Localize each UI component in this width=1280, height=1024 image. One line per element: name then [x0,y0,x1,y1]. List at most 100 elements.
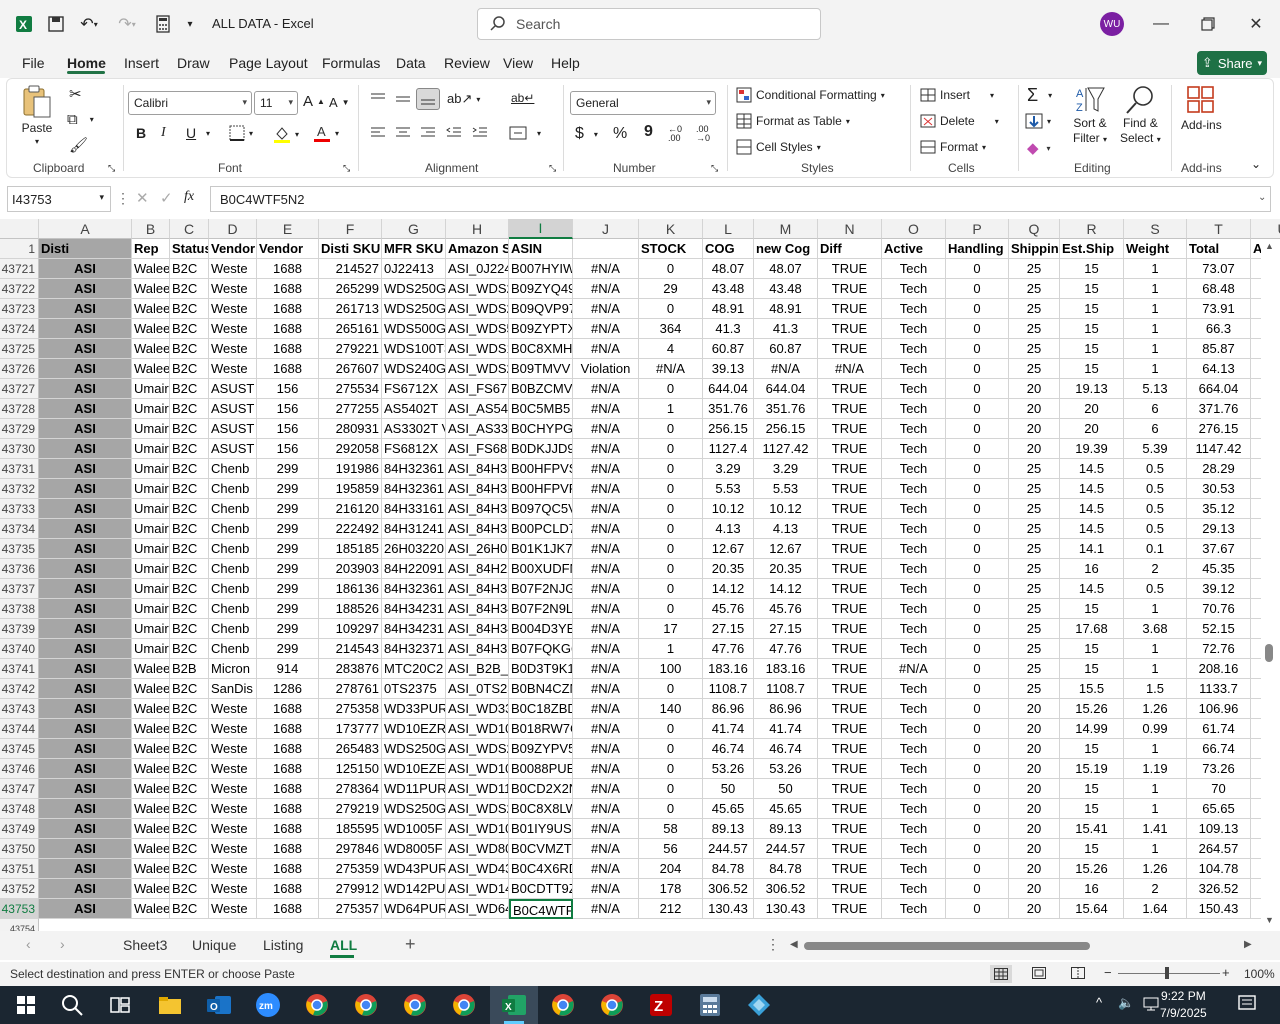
calculator-icon[interactable] [152,12,174,36]
table-cell[interactable]: 0.5 [1124,499,1187,519]
table-cell[interactable]: 15 [1060,779,1124,799]
table-cell[interactable]: Tech [882,799,946,819]
table-cell[interactable]: 84H34231 [382,619,446,639]
table-cell[interactable]: 0 [946,459,1009,479]
table-cell[interactable]: Tech [882,379,946,399]
table-cell[interactable]: 0 [639,759,703,779]
table-cell[interactable]: ASI_WD10 [446,759,509,779]
header-cell[interactable]: STOCK [639,239,703,259]
cell-styles-button[interactable]: Cell Styles ▾ [736,139,821,155]
add-sheet-icon[interactable]: + [405,934,416,955]
table-cell[interactable]: 14.5 [1060,579,1124,599]
table-cell[interactable]: 1688 [257,719,319,739]
table-cell[interactable]: ASUST [209,379,257,399]
table-cell[interactable]: AS5402T [382,399,446,419]
table-cell[interactable]: Umair kha [132,599,170,619]
table-cell[interactable]: WD11PUR [382,779,446,799]
table-cell[interactable]: ASI [39,459,132,479]
table-cell[interactable]: Tech [882,879,946,899]
increase-indent-icon[interactable] [471,125,489,141]
table-cell[interactable]: #N/A [754,359,818,379]
table-cell[interactable]: B2C [170,859,209,879]
table-cell[interactable]: 43.48 [703,279,754,299]
table-cell[interactable]: 14.5 [1060,459,1124,479]
table-cell[interactable]: B2C [170,279,209,299]
table-cell[interactable]: 25 [1009,579,1060,599]
table-cell[interactable]: #N/A [573,619,639,639]
table-cell[interactable]: Chenb [209,519,257,539]
table-cell[interactable]: 15 [1060,739,1124,759]
table-cell[interactable]: 20 [1009,759,1060,779]
table-cell[interactable]: Chenb [209,499,257,519]
table-cell[interactable]: 53.26 [703,759,754,779]
table-cell[interactable]: Weste [209,779,257,799]
table-cell[interactable]: 5.53 [703,479,754,499]
table-cell[interactable]: ASI [39,539,132,559]
table-cell[interactable]: B2C [170,639,209,659]
table-cell[interactable]: 30.53 [1187,479,1251,499]
add-ins-button[interactable]: Add-ins [1181,85,1222,132]
row-header[interactable]: 43727 [0,379,39,399]
table-cell[interactable]: 0 [639,559,703,579]
table-cell[interactable]: 104.78 [1187,859,1251,879]
row-header[interactable]: 43739 [0,619,39,639]
row-header[interactable]: 43750 [0,839,39,859]
table-cell[interactable]: B007HYIW [509,259,573,279]
table-cell[interactable]: Waleed U [132,319,170,339]
table-cell[interactable]: 70.76 [1187,599,1251,619]
column-header-j[interactable]: J [573,219,639,239]
sort-filter-button[interactable]: AZ Sort & Filter ▾ [1073,85,1107,145]
table-cell[interactable]: 15.5 [1060,679,1124,699]
table-cell[interactable]: 0 [639,739,703,759]
table-cell[interactable]: #N/A [573,319,639,339]
table-cell[interactable]: B01IY9USY [509,819,573,839]
table-cell[interactable]: 1 [1124,259,1187,279]
table-cell[interactable]: 48.91 [754,299,818,319]
table-cell[interactable]: 41.3 [754,319,818,339]
table-cell[interactable]: FS6712X [382,379,446,399]
table-cell[interactable]: Micron [209,659,257,679]
table-cell[interactable]: 265483 [319,739,382,759]
table-cell[interactable]: 16 [1060,559,1124,579]
table-cell[interactable]: 37.67 [1187,539,1251,559]
table-cell[interactable]: 1688 [257,339,319,359]
table-cell[interactable]: 48.91 [703,299,754,319]
table-cell[interactable]: B2C [170,259,209,279]
table-cell[interactable]: 20 [1009,699,1060,719]
table-cell[interactable]: 264.57 [1187,839,1251,859]
table-cell[interactable]: Waleed U [132,739,170,759]
tab-page-layout[interactable]: Page Layout [229,55,308,71]
table-cell[interactable]: TRUE [818,619,882,639]
column-header-h[interactable]: H [446,219,509,239]
column-header-l[interactable]: L [703,219,754,239]
table-cell[interactable]: ASI [39,739,132,759]
table-cell[interactable]: 25 [1009,679,1060,699]
table-cell[interactable]: Waleed U [132,679,170,699]
table-cell[interactable]: 29 [639,279,703,299]
increase-font-icon[interactable]: A ▲ [303,93,325,110]
table-cell[interactable]: 1688 [257,359,319,379]
table-cell[interactable]: 25 [1009,279,1060,299]
table-cell[interactable]: 25 [1009,259,1060,279]
table-cell[interactable]: B0D3T9K1 [509,659,573,679]
table-cell[interactable]: 5.13 [1124,379,1187,399]
table-cell[interactable]: ASI_WD10 [446,719,509,739]
zoom-out-icon[interactable]: − [1104,965,1112,980]
fill-icon[interactable]: ▾ [1025,113,1051,129]
table-cell[interactable]: 25 [1009,479,1060,499]
table-cell[interactable]: 1688 [257,259,319,279]
table-cell[interactable]: 265299 [319,279,382,299]
table-cell[interactable]: Weste [209,799,257,819]
table-cell[interactable]: B00HFPVR [509,479,573,499]
row-header[interactable]: 43749 [0,819,39,839]
table-cell[interactable]: WD10EZR [382,719,446,739]
table-cell[interactable]: 1 [1124,739,1187,759]
table-cell[interactable]: B2C [170,819,209,839]
table-cell[interactable]: 1127.42 [754,439,818,459]
tab-file[interactable]: File [22,55,45,71]
table-cell[interactable]: ASI [39,639,132,659]
table-cell[interactable]: 1.5 [1124,679,1187,699]
row-header[interactable]: 43738 [0,599,39,619]
table-cell[interactable]: 89.13 [754,819,818,839]
save-icon[interactable] [44,12,68,36]
